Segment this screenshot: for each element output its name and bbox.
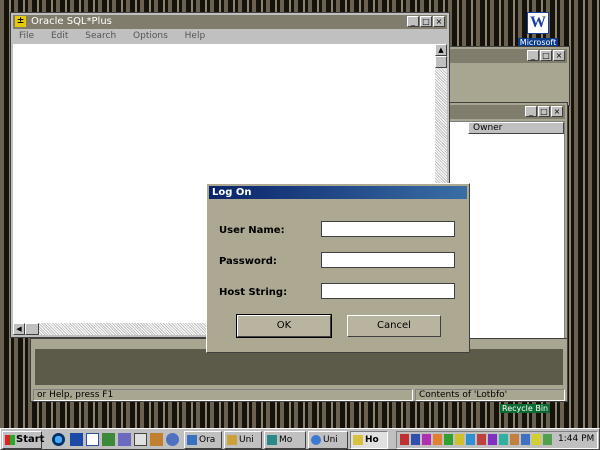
- menu-edit[interactable]: Edit: [51, 31, 68, 41]
- maximize-icon[interactable]: □: [538, 106, 550, 117]
- minimize-icon[interactable]: _: [407, 16, 419, 27]
- close-icon[interactable]: ×: [551, 106, 563, 117]
- ie-icon[interactable]: [52, 433, 65, 446]
- tray-icon-12[interactable]: [521, 434, 530, 445]
- background-window-top[interactable]: _ □ ×: [446, 46, 570, 106]
- tray-icon-7[interactable]: [466, 434, 475, 445]
- logon-dialog[interactable]: Log On User Name: Password: Host String:…: [206, 183, 470, 353]
- task-label: Ora: [199, 435, 216, 445]
- sqlplus-titlebar[interactable]: ± Oracle SQL*Plus _ □ ×: [13, 15, 447, 29]
- tray-icon-11[interactable]: [510, 434, 519, 445]
- background-window-titlebar[interactable]: _ □ ×: [449, 49, 567, 63]
- tool-icon-d[interactable]: [150, 433, 163, 446]
- desktop-icon[interactable]: [70, 433, 83, 446]
- task-button-ho[interactable]: Ho: [350, 431, 388, 449]
- minimize-icon[interactable]: _: [525, 106, 537, 117]
- scroll-left-arrow-icon[interactable]: ◀: [13, 323, 25, 335]
- explorer-window-titlebar[interactable]: _ □ ×: [449, 105, 565, 119]
- lower-dark-panel: [35, 349, 563, 385]
- tray-icon-9[interactable]: [488, 434, 497, 445]
- tray-icon-5[interactable]: [444, 434, 453, 445]
- folder-task-icon: [227, 435, 237, 445]
- monitor-task-icon: [267, 435, 277, 445]
- task-button-mo[interactable]: Mo: [264, 431, 306, 449]
- task-label: Ho: [365, 435, 379, 445]
- minimize-icon[interactable]: _: [527, 50, 539, 61]
- clock[interactable]: 1:44 PM: [558, 434, 594, 444]
- logon-titlebar[interactable]: Log On: [209, 186, 467, 199]
- logon-title: Log On: [212, 187, 252, 198]
- menu-options[interactable]: Options: [133, 31, 168, 41]
- task-label: Mo: [279, 435, 293, 445]
- sqlplus-menubar: File Edit Search Options Help: [19, 31, 219, 41]
- scroll-thumb[interactable]: [435, 56, 447, 68]
- tray-icon-13[interactable]: [532, 434, 541, 445]
- tray-icon-3[interactable]: [422, 434, 431, 445]
- windows-logo-icon: [5, 435, 15, 445]
- hscroll-thumb[interactable]: [25, 323, 39, 335]
- tray-icon-2[interactable]: [411, 434, 420, 445]
- password-input[interactable]: [321, 252, 455, 268]
- password-label: Password:: [219, 256, 277, 267]
- menu-file[interactable]: File: [19, 31, 34, 41]
- user-name-input[interactable]: [321, 221, 455, 237]
- host-string-label: Host String:: [219, 287, 288, 298]
- status-pane-right: Contents of 'Lotbfo': [415, 389, 565, 401]
- recycle-bin-label[interactable]: Recycle Bin: [500, 404, 551, 413]
- task-button-oracle[interactable]: Ora: [184, 431, 222, 449]
- tray-icon-10[interactable]: [499, 434, 508, 445]
- tray-icon-14[interactable]: [543, 434, 552, 445]
- tool-icon-b[interactable]: [118, 433, 131, 446]
- close-icon[interactable]: ×: [553, 50, 565, 61]
- start-label: Start: [16, 434, 45, 445]
- task-label: Uni: [239, 435, 254, 445]
- task-button-uni-1[interactable]: Uni: [224, 431, 262, 449]
- close-icon[interactable]: ×: [433, 16, 445, 27]
- task-label: Uni: [323, 435, 338, 445]
- tool-icon-c[interactable]: [134, 433, 147, 446]
- word-desktop-icon[interactable]: W Microsoft: [518, 12, 558, 50]
- word-icon: W: [527, 12, 549, 34]
- tool-icon-e[interactable]: [166, 433, 179, 446]
- user-name-label: User Name:: [219, 225, 285, 236]
- owner-column-header[interactable]: Owner: [468, 122, 564, 134]
- globe-task-icon: [311, 435, 321, 445]
- cursor-tool-icon[interactable]: [86, 433, 99, 446]
- sqlplus-title: Oracle SQL*Plus: [31, 16, 112, 27]
- task-button-uni-2[interactable]: Uni: [308, 431, 348, 449]
- tray-icon-6[interactable]: [455, 434, 464, 445]
- maximize-icon[interactable]: □: [540, 50, 552, 61]
- menu-search[interactable]: Search: [85, 31, 116, 41]
- logon-task-icon: [353, 435, 363, 445]
- oracle-task-icon: [187, 435, 197, 445]
- start-button[interactable]: Start: [2, 431, 45, 449]
- menu-help[interactable]: Help: [185, 31, 206, 41]
- sqlplus-app-icon: ±: [15, 16, 26, 27]
- cancel-button[interactable]: Cancel: [347, 315, 441, 337]
- host-string-input[interactable]: [321, 283, 455, 299]
- tray-icon-1[interactable]: [400, 434, 409, 445]
- maximize-icon[interactable]: □: [420, 16, 432, 27]
- tool-icon-a[interactable]: [102, 433, 115, 446]
- tray-icon-8[interactable]: [477, 434, 486, 445]
- scroll-up-arrow-icon[interactable]: ▲: [435, 44, 447, 56]
- tray-icon-4[interactable]: [433, 434, 442, 445]
- status-pane-left: or Help, press F1: [33, 389, 413, 401]
- ok-button[interactable]: OK: [236, 314, 332, 338]
